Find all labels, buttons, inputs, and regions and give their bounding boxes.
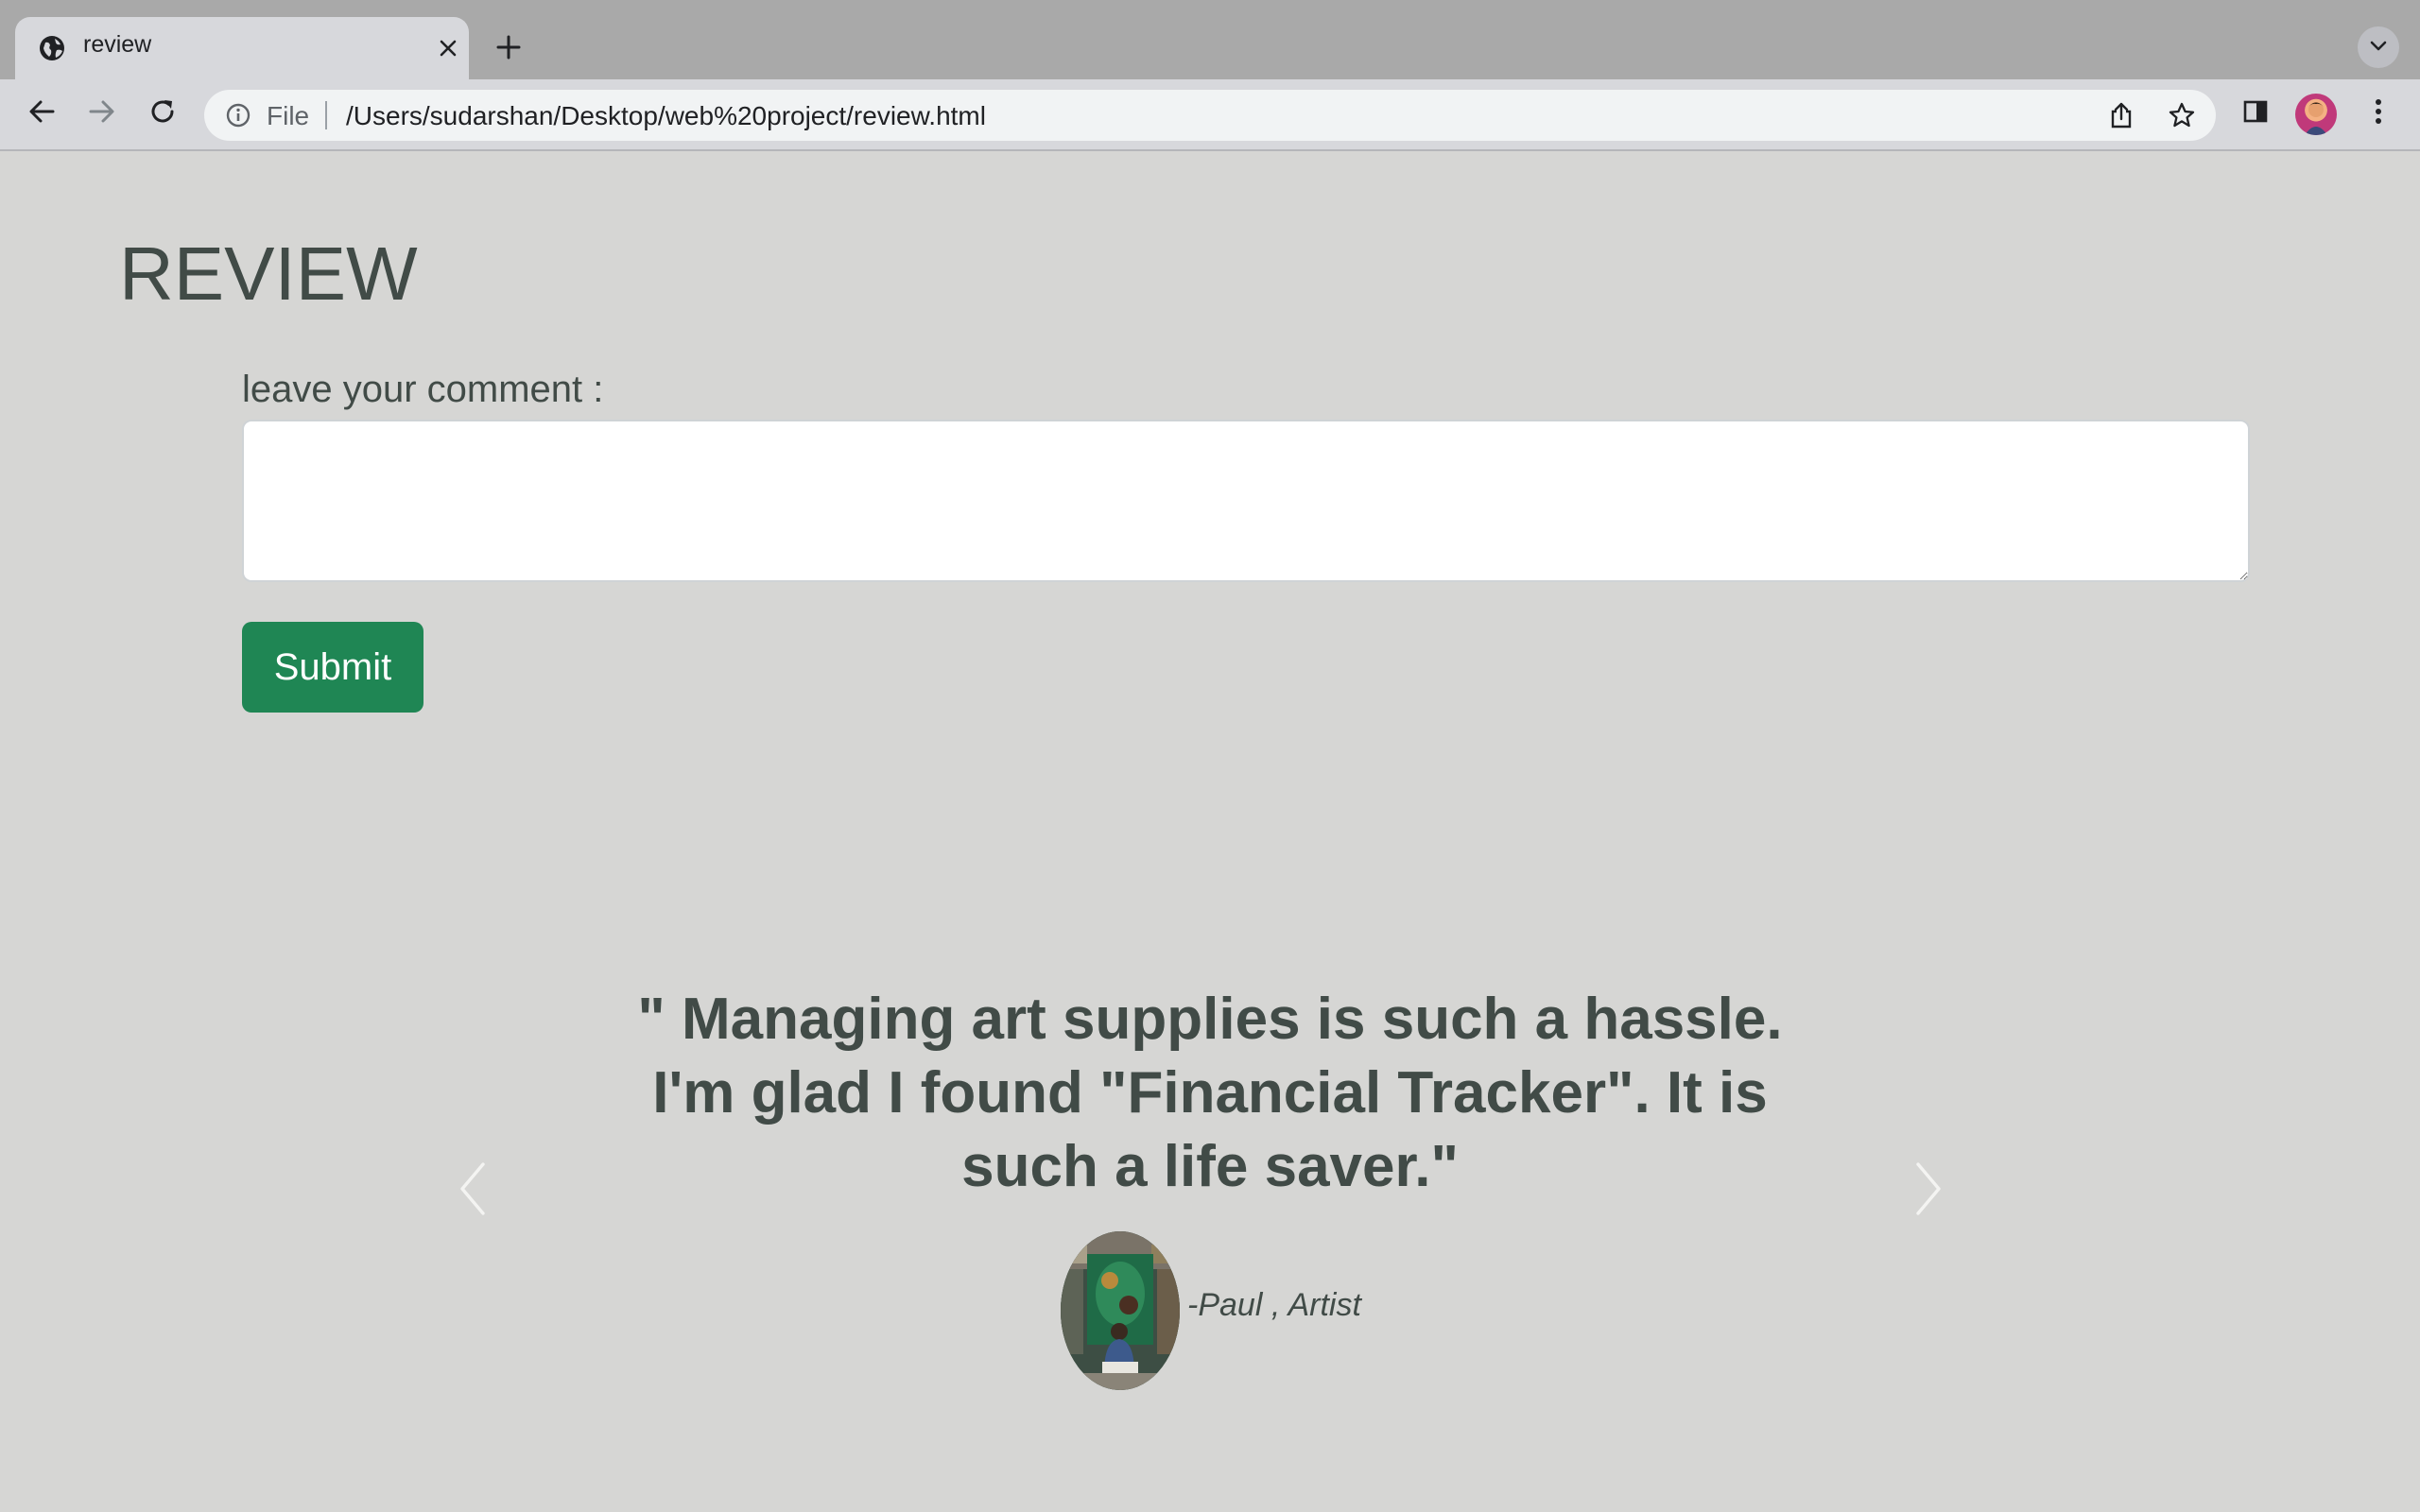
tab-strip: review: [0, 0, 2420, 79]
url-text[interactable]: /Users/sudarshan/Desktop/web%20project/r…: [346, 101, 986, 131]
kebab-menu-icon: [2374, 97, 2383, 130]
browser-tab[interactable]: review: [15, 17, 469, 79]
forward-button[interactable]: [81, 93, 123, 134]
address-bar[interactable]: File /Users/sudarshan/Desktop/web%20proj…: [204, 90, 2216, 141]
side-panel-icon: [2242, 98, 2269, 129]
browser-toolbar: File /Users/sudarshan/Desktop/web%20proj…: [0, 79, 2420, 151]
chevron-down-icon: [2368, 35, 2389, 60]
chevron-right-icon: [1912, 1160, 1945, 1222]
reload-icon: [148, 97, 177, 130]
testimonial-quote: " Managing art supplies is such a hassle…: [637, 987, 1783, 1199]
testimonial-author: -Paul , Artist: [1187, 1287, 1361, 1323]
page-title: REVIEW: [119, 232, 418, 316]
globe-icon: [38, 34, 66, 62]
chevron-left-icon: [457, 1160, 489, 1222]
share-icon[interactable]: [2106, 100, 2136, 130]
browser-menu-button[interactable]: [2358, 93, 2399, 134]
back-arrow-icon: [27, 97, 56, 130]
back-button[interactable]: [21, 93, 62, 134]
new-tab-button[interactable]: [486, 26, 531, 72]
side-panel-button[interactable]: [2235, 93, 2276, 134]
info-icon[interactable]: [225, 102, 251, 129]
close-icon[interactable]: [433, 33, 463, 63]
forward-arrow-icon: [88, 97, 116, 130]
carousel-next-button[interactable]: [1900, 1153, 1957, 1228]
star-icon[interactable]: [2167, 100, 2197, 130]
plus-icon: [495, 34, 522, 65]
omnibox-divider: [325, 101, 327, 129]
url-scheme-label: File: [267, 101, 310, 130]
comment-textarea[interactable]: [242, 420, 2250, 582]
tab-title: review: [83, 31, 152, 58]
reload-button[interactable]: [142, 93, 183, 134]
carousel-prev-button[interactable]: [444, 1153, 501, 1228]
tab-search-button[interactable]: [2358, 26, 2399, 68]
author-photo: [1061, 1231, 1180, 1390]
comment-label: leave your comment :: [242, 369, 604, 410]
submit-button[interactable]: Submit: [242, 622, 424, 713]
profile-avatar[interactable]: [2295, 94, 2337, 135]
testimonial-carousel: " Managing art supplies is such a hassle…: [444, 983, 1976, 1436]
page-content: REVIEW leave your comment : Submit " Man…: [0, 151, 2420, 1512]
